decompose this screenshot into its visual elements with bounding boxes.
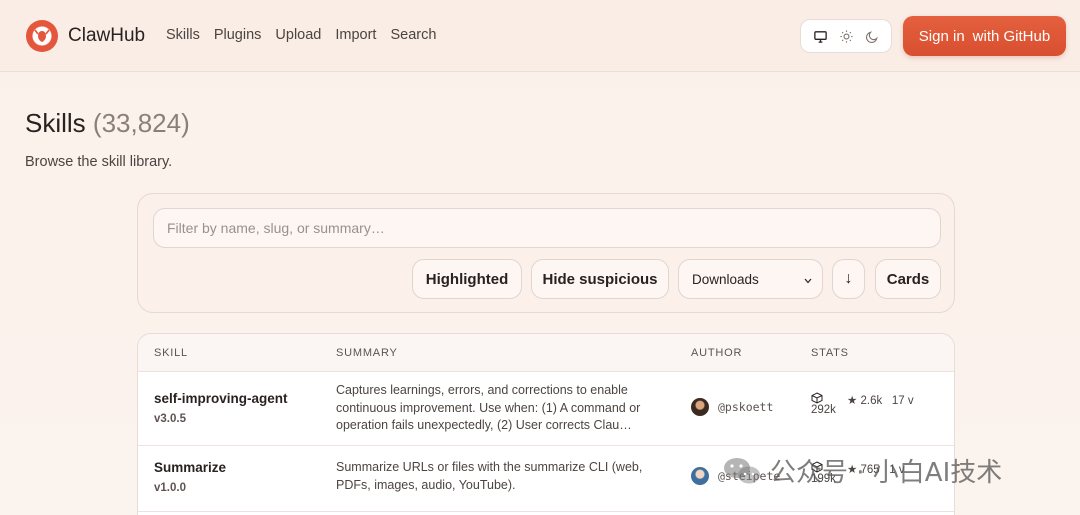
skill-version: v1.0.0 (154, 482, 186, 494)
column-header-skill[interactable]: SKILL (154, 347, 188, 359)
monitor-icon[interactable] (809, 25, 831, 47)
sign-in-github-button[interactable]: Sign in with GitHub (903, 16, 1066, 56)
hide-suspicious-toggle[interactable]: Hide suspicious (531, 259, 669, 299)
skill-version: v3.0.5 (154, 413, 186, 425)
sort-select-value: Downloads (692, 271, 759, 287)
sort-select[interactable]: Downloads (678, 259, 823, 299)
page-title-text: Skills (25, 108, 86, 138)
filter-panel: Highlighted Hide suspicious Downloads ↓ … (137, 193, 955, 313)
top-navbar: ClawHub Skills Plugins Upload Import Sea… (0, 0, 1080, 72)
cards-view-button[interactable]: Cards (875, 259, 941, 299)
watermark-text: 公众号 · 小白AI技术 (770, 458, 1003, 488)
column-header-summary[interactable]: SUMMARY (336, 347, 398, 359)
sign-in-label: Sign in (918, 27, 965, 45)
chevron-down-icon (804, 272, 812, 287)
highlighted-toggle[interactable]: Highlighted (412, 259, 522, 299)
sun-icon[interactable] (835, 25, 857, 47)
moon-icon[interactable] (861, 25, 883, 47)
wechat-watermark: 公众号 · 小白AI技术 (722, 452, 1002, 489)
sort-direction-button[interactable]: ↓ (832, 259, 865, 299)
author-handle: @pskoett (718, 400, 774, 414)
theme-switcher (800, 19, 892, 53)
skill-summary: Captures learnings, errors, and correcti… (336, 383, 641, 432)
nav-search[interactable]: Search (390, 27, 436, 43)
skill-summary: Summarize URLs or files with the summari… (336, 460, 643, 492)
nav-skills[interactable]: Skills (166, 27, 200, 43)
avatar (691, 398, 709, 416)
table-row[interactable]: self-improving-agent v3.0.5 Captures lea… (138, 372, 954, 446)
column-header-author[interactable]: AUTHOR (691, 347, 742, 359)
filter-input[interactable] (153, 208, 941, 248)
nav-upload[interactable]: Upload (275, 27, 321, 43)
brand-link[interactable]: ClawHub (26, 20, 145, 52)
skill-count: (33,824) (92, 108, 190, 138)
skill-name[interactable]: Summarize (154, 460, 226, 475)
wechat-icon (724, 457, 760, 483)
table-header: SKILL SUMMARY AUTHOR STATS (138, 334, 954, 372)
avatar (691, 467, 709, 485)
stars-count: ★ 2.6k (847, 395, 883, 407)
lobster-logo-icon (26, 20, 58, 52)
downloads-count: 292k (811, 404, 836, 416)
downloads-stat: 292k (811, 392, 841, 416)
skill-name[interactable]: self-improving-agent (154, 391, 288, 406)
brand-name: ClawHub (68, 25, 146, 46)
column-header-stats[interactable]: STATS (811, 347, 849, 359)
page-title: Skills (33,824) (25, 108, 190, 139)
main-nav: Skills Plugins Upload Import Search (166, 27, 436, 43)
versions-count: 17 v (891, 395, 914, 407)
package-icon (811, 392, 823, 404)
author-link[interactable]: @pskoett (691, 398, 773, 416)
page-subtitle: Browse the skill library. (25, 154, 173, 170)
stars-and-versions: ★ 2.6k 17 v (847, 393, 914, 407)
nav-import[interactable]: Import (335, 27, 376, 43)
nav-plugins[interactable]: Plugins (214, 27, 262, 43)
sign-in-suffix: with GitHub (972, 27, 1051, 45)
